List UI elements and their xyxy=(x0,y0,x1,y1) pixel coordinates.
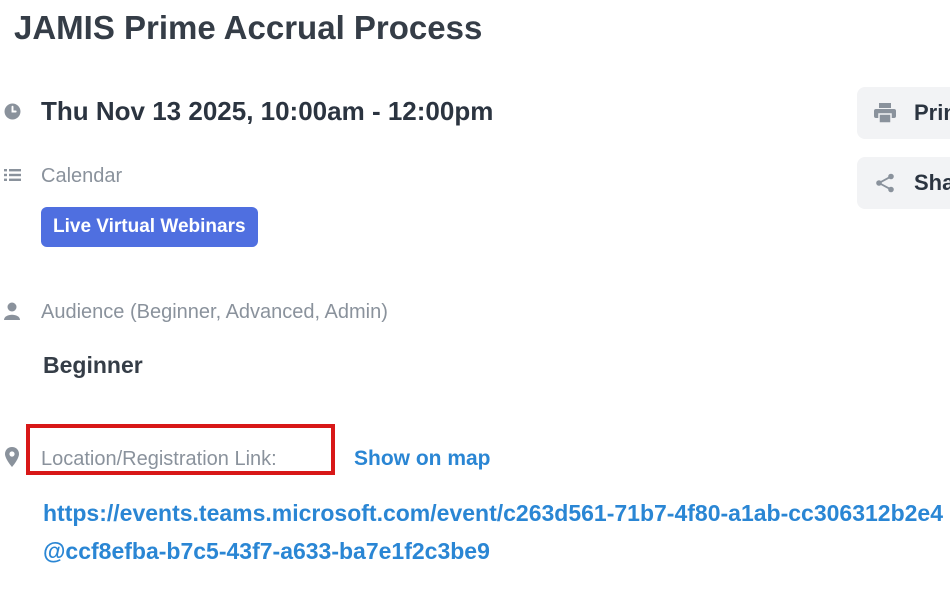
list-icon xyxy=(2,165,22,185)
location-label: Location/Registration Link: xyxy=(41,448,277,470)
show-on-map-link[interactable]: Show on map xyxy=(354,446,491,472)
event-title: JAMIS Prime Accrual Process xyxy=(14,9,483,46)
event-detail-page: JAMIS Prime Accrual Process Thu Nov 13 2… xyxy=(0,0,950,593)
audience-label: Audience (Beginner, Advanced, Admin) xyxy=(41,301,388,323)
printer-icon xyxy=(873,101,897,125)
share-label: Share xyxy=(914,170,950,195)
print-label: Print xyxy=(914,100,950,125)
map-pin-icon xyxy=(2,447,22,467)
audience-value: Beginner xyxy=(43,352,143,378)
calendar-label: Calendar xyxy=(41,165,123,187)
print-button[interactable]: Print xyxy=(857,87,950,139)
registration-link[interactable]: https://events.teams.microsoft.com/event… xyxy=(43,494,943,570)
share-icon xyxy=(873,171,897,195)
clock-icon xyxy=(2,101,22,121)
share-button[interactable]: Share xyxy=(857,157,950,209)
event-datetime: Thu Nov 13 2025, 10:00am - 12:00pm xyxy=(41,96,494,126)
person-icon xyxy=(2,301,22,321)
calendar-badge[interactable]: Live Virtual Webinars xyxy=(41,207,258,247)
